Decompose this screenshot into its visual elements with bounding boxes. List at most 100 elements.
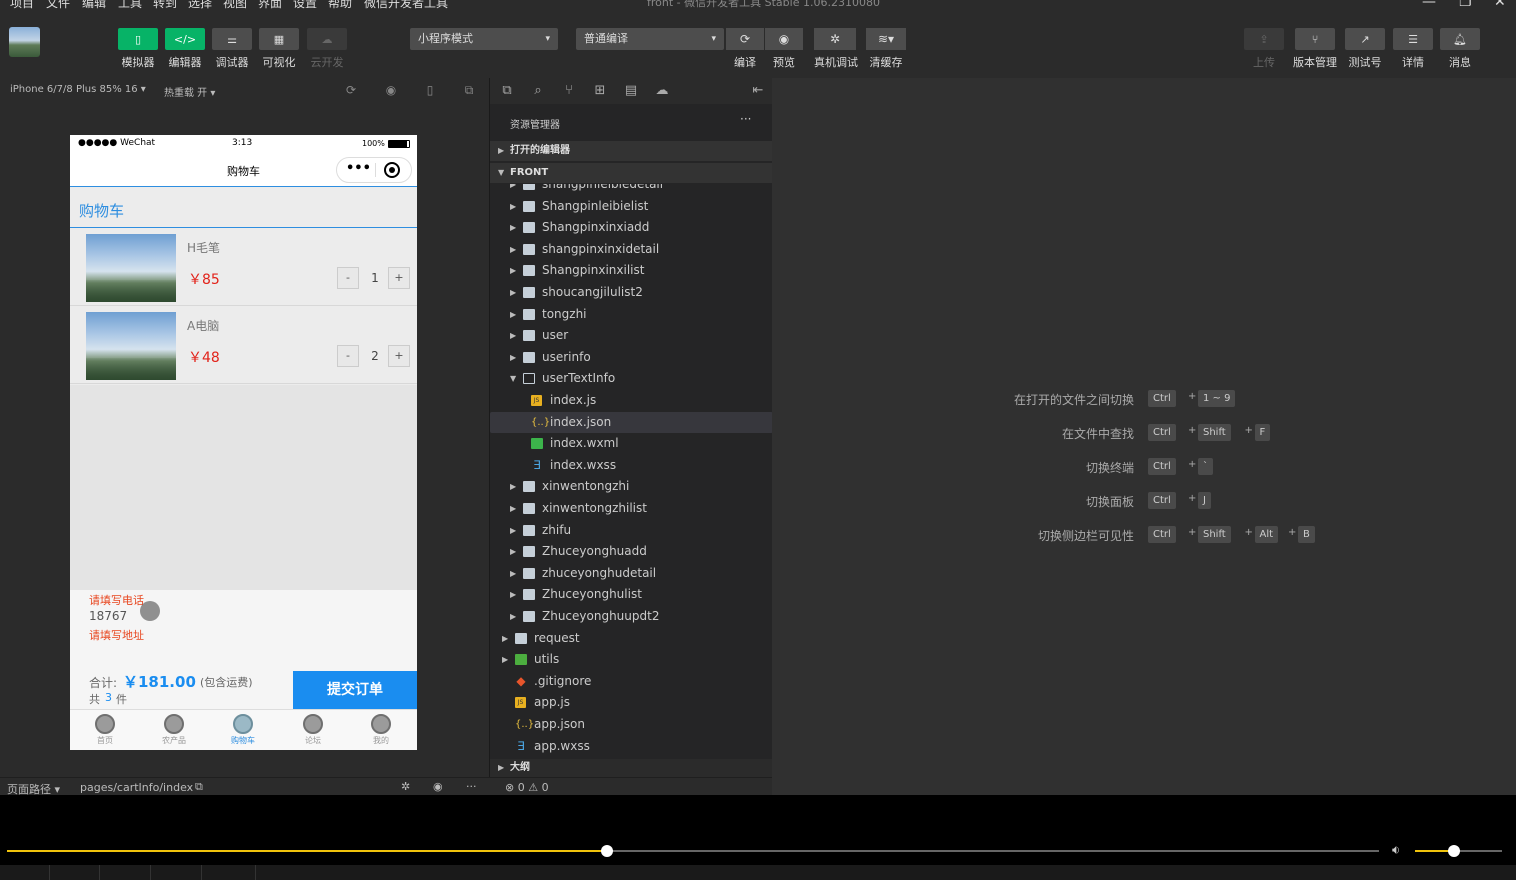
collapse-sidebar-icon[interactable]: ⇤ xyxy=(750,83,766,99)
remote-debug-button[interactable]: ✲ 真机调试 xyxy=(814,28,858,70)
bug-icon[interactable]: ✲ xyxy=(401,780,410,793)
tree-item[interactable]: ▶ xinwentongzhilist xyxy=(490,498,773,520)
outline-view-icon[interactable]: ▤ xyxy=(623,83,639,99)
submit-order-button[interactable]: 提交订单 xyxy=(293,671,417,709)
device-select[interactable]: iPhone 6/7/8 Plus 85% 16 ▾ xyxy=(10,84,146,95)
progress-slider[interactable] xyxy=(7,845,1379,857)
close-miniprogram-icon[interactable] xyxy=(384,162,400,178)
tree-item[interactable]: ▶ Shangpinxinxiadd xyxy=(490,217,773,239)
tab-home[interactable]: 首页 xyxy=(80,714,130,746)
tree-item[interactable]: ◆ .gitignore xyxy=(490,671,773,693)
hot-reload-toggle[interactable]: 热重载 开 ▾ xyxy=(164,84,215,99)
menu-goto[interactable]: 转到 xyxy=(153,0,177,11)
tab-mine[interactable]: 我的 xyxy=(356,714,406,746)
rotate-device-icon[interactable]: ▯ xyxy=(423,83,437,97)
tree-item[interactable]: ▶ shoucangjilulist2 xyxy=(490,282,773,304)
menu-file[interactable]: 文件 xyxy=(46,0,70,11)
version-button[interactable]: ⑂ 版本管理 xyxy=(1290,28,1340,70)
search-icon[interactable]: ⌕ xyxy=(530,83,546,99)
more-icon[interactable]: ••• xyxy=(346,161,371,176)
popout-icon[interactable]: ⧉ xyxy=(462,83,476,97)
tree-item[interactable]: ▶ xinwentongzhi xyxy=(490,476,773,498)
tree-item[interactable]: ▶ Shangpinleibielist xyxy=(490,196,773,218)
tree-item[interactable]: JS app.js xyxy=(490,692,773,714)
copy-icon[interactable]: ⧉ xyxy=(195,780,203,794)
files-icon[interactable]: ⧉ xyxy=(499,83,515,99)
tree-item[interactable]: ∃ index.wxss xyxy=(490,455,773,477)
tree-item[interactable]: ▶ zhuceyonghudetail xyxy=(490,563,773,585)
tree-item[interactable]: ▶ shangpinleibiedetail xyxy=(490,184,773,196)
volume-slider[interactable] xyxy=(1415,845,1502,857)
tree-item[interactable]: {..} index.json xyxy=(490,411,773,434)
progress-handle[interactable] xyxy=(600,845,613,857)
tree-item[interactable]: ▶ shangpinxinxidetail xyxy=(490,239,773,261)
product-image[interactable] xyxy=(86,234,176,302)
open-editors-section[interactable]: ▶ 打开的编辑器 xyxy=(490,141,773,161)
menu-select[interactable]: 选择 xyxy=(188,0,212,11)
cloud-dev-button[interactable]: ☁ 云开发 xyxy=(305,28,349,70)
menu-view[interactable]: 视图 xyxy=(223,0,247,11)
tab-cart[interactable]: 购物车 xyxy=(218,714,268,746)
upload-button[interactable]: ⇪ 上传 xyxy=(1242,28,1286,70)
close-icon[interactable]: ✕ xyxy=(1494,0,1506,10)
tree-item[interactable]: ▶ request xyxy=(490,628,773,650)
tree-item[interactable]: ▶ utils xyxy=(490,649,773,671)
source-control-icon[interactable]: ⑂ xyxy=(561,83,577,99)
decrease-button[interactable]: - xyxy=(337,267,359,289)
tree-item[interactable]: ▼ userTextInfo xyxy=(490,368,773,390)
stop-icon[interactable]: ◉ xyxy=(384,83,398,97)
phone-input[interactable]: 18767 xyxy=(89,609,127,623)
more-icon[interactable]: ··· xyxy=(466,780,477,793)
docker-icon[interactable]: ☁ xyxy=(654,83,670,99)
details-button[interactable]: ☰ 详情 xyxy=(1391,28,1435,70)
menu-help[interactable]: 帮助 xyxy=(328,0,352,11)
more-actions-icon[interactable]: ··· xyxy=(740,112,751,126)
menu-edit[interactable]: 编辑 xyxy=(82,0,106,11)
tree-item[interactable]: ▶ userinfo xyxy=(490,347,773,369)
menu-interface[interactable]: 界面 xyxy=(258,0,282,11)
tree-item[interactable]: ▶ tongzhi xyxy=(490,304,773,326)
tab-forum[interactable]: 论坛 xyxy=(288,714,338,746)
menu-project[interactable]: 项目 xyxy=(10,0,34,11)
product-image[interactable] xyxy=(86,312,176,380)
decrease-button[interactable]: - xyxy=(337,345,359,367)
volume-handle[interactable] xyxy=(1448,845,1461,857)
editor-button[interactable]: </> 编辑器 xyxy=(163,28,207,70)
tree-item[interactable]: ▶ Shangpinxinxilist xyxy=(490,260,773,282)
tree-item[interactable]: ▶ Zhuceyonghuupdt2 xyxy=(490,606,773,628)
mode-select[interactable]: 小程序模式 ▾ xyxy=(410,28,558,50)
tree-item[interactable]: index.wxml xyxy=(490,433,773,455)
compile-select[interactable]: 普通编译 ▾ xyxy=(576,28,724,50)
tab-products[interactable]: 农产品 xyxy=(149,714,199,746)
eye-icon[interactable]: ◉ xyxy=(433,780,443,793)
clear-cache-button[interactable]: ≋▾ 清缓存 xyxy=(866,28,906,70)
tree-item[interactable]: JS index.js xyxy=(490,390,773,412)
tree-item[interactable]: ▶ Zhuceyonghuadd xyxy=(490,541,773,563)
increase-button[interactable]: + xyxy=(388,267,410,289)
menu-devtools[interactable]: 微信开发者工具 xyxy=(364,0,448,11)
outline-section[interactable]: ▶ 大纲 xyxy=(490,759,773,777)
visualize-button[interactable]: ▦ 可视化 xyxy=(257,28,301,70)
maximize-icon[interactable]: ❐ xyxy=(1459,0,1472,10)
messages-button[interactable]: 🔔︎ 消息 xyxy=(1438,28,1482,70)
project-section[interactable]: ▼ FRONT xyxy=(490,163,773,183)
compile-button[interactable]: ⟳ 编译 xyxy=(726,28,764,70)
increase-button[interactable]: + xyxy=(388,345,410,367)
test-account-button[interactable]: ↗ 测试号 xyxy=(1343,28,1387,70)
debugger-button[interactable]: ⚌ 调试器 xyxy=(210,28,254,70)
extensions-icon[interactable]: ⊞ xyxy=(592,83,608,99)
tree-item[interactable]: ▶ Zhuceyonghulist xyxy=(490,584,773,606)
simulator-button[interactable]: ▯ 模拟器 xyxy=(116,28,160,70)
menu-tools[interactable]: 工具 xyxy=(118,0,142,11)
refresh-icon[interactable]: ⟳ xyxy=(344,83,358,97)
tree-item[interactable]: ▶ zhifu xyxy=(490,520,773,542)
volume-icon[interactable]: 🔉︎ xyxy=(1392,843,1400,858)
tree-item[interactable]: {..} app.json xyxy=(490,714,773,736)
avatar[interactable] xyxy=(9,27,40,57)
tree-item[interactable]: ▶ user xyxy=(490,325,773,347)
preview-button[interactable]: ◉ 预览 xyxy=(765,28,803,70)
menu-settings[interactable]: 设置 xyxy=(293,0,317,11)
tree-item[interactable]: ∃ app.wxss xyxy=(490,736,773,758)
minimize-icon[interactable]: — xyxy=(1422,0,1436,10)
problems-counter[interactable]: ⊗ 0 ⚠ 0 xyxy=(505,781,549,794)
